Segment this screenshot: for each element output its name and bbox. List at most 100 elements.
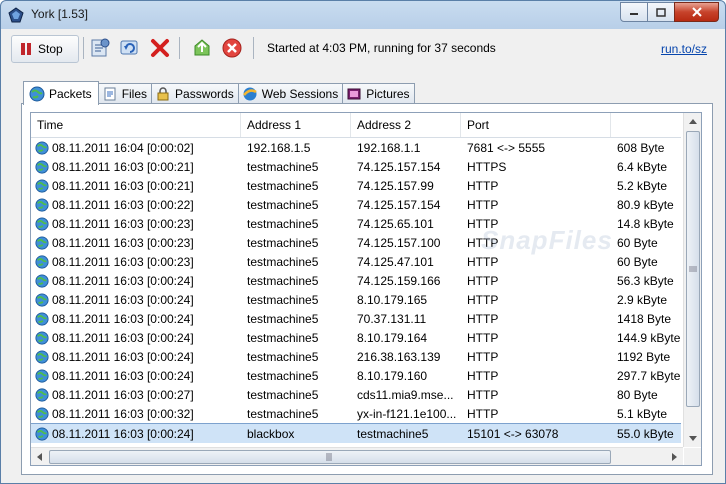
cell-port: HTTP — [467, 349, 499, 364]
cell-time-text: 08.11.2011 16:03 [0:00:27] — [52, 387, 194, 402]
tab-pictures[interactable]: Pictures — [342, 83, 415, 104]
globe-icon — [35, 178, 49, 193]
vertical-scrollbar[interactable] — [683, 113, 701, 447]
table-row[interactable]: 08.11.2011 16:03 [0:00:24] testmachine5 74… — [31, 271, 681, 290]
globe-icon — [35, 368, 49, 383]
website-link[interactable]: run.to/sz — [661, 42, 707, 56]
globe-icon — [29, 86, 45, 101]
cell-time-text: 08.11.2011 16:03 [0:00:24] — [52, 368, 194, 383]
cell-time-text: 08.11.2011 16:03 [0:00:21] — [52, 178, 194, 193]
table-row[interactable]: 08.11.2011 16:03 [0:00:24] blackbox testma… — [31, 423, 681, 443]
refresh-button[interactable] — [117, 35, 143, 61]
tab-web-sessions[interactable]: Web Sessions — [237, 83, 344, 104]
cell-time-text: 08.11.2011 16:03 [0:00:23] — [52, 254, 194, 269]
table-row[interactable]: 08.11.2011 16:03 [0:00:24] testmachine5 8.… — [31, 290, 681, 309]
vertical-scroll-thumb[interactable] — [686, 131, 700, 407]
toolbar-separator — [253, 37, 254, 59]
cell-size: 608 Byte — [617, 140, 665, 155]
globe-icon — [35, 140, 49, 155]
minimize-button[interactable] — [620, 2, 648, 22]
scroll-down-button[interactable] — [684, 430, 701, 447]
title-bar[interactable]: York [1.53] — [1, 1, 725, 29]
table-row[interactable]: 08.11.2011 16:03 [0:00:32] testmachine5 yx… — [31, 404, 681, 423]
cell-time: 08.11.2011 16:03 [0:00:24] — [31, 350, 241, 364]
table-row[interactable]: 08.11.2011 16:03 [0:00:21] testmachine5 74… — [31, 157, 681, 176]
watermark: SnapFiles — [481, 225, 613, 255]
tab-passwords[interactable]: Passwords — [151, 83, 239, 104]
main-area: Stop Started at 4:03 PM, running for 37 … — [7, 29, 719, 477]
packets-panel: Time Address 1 Address 2 Port 08.11.2011… — [21, 103, 713, 475]
tab-label: Pictures — [366, 87, 410, 101]
stop-button[interactable]: Stop — [11, 35, 79, 63]
close-button[interactable] — [674, 2, 719, 22]
globe-icon — [35, 406, 49, 421]
cell-time: 08.11.2011 16:03 [0:00:23] — [31, 217, 241, 231]
cell-address-2: 70.37.131.11 — [357, 311, 427, 326]
cell-address-2: 74.125.47.101 — [357, 254, 434, 269]
scroll-right-button[interactable] — [666, 448, 683, 465]
cell-size: 80.9 kByte — [617, 197, 674, 212]
cell-port: 15101 <-> 63078 — [467, 426, 559, 441]
scrollbar-corner — [684, 448, 701, 465]
table-row[interactable]: 08.11.2011 16:03 [0:00:24] testmachine5 21… — [31, 347, 681, 366]
globe-icon — [35, 197, 49, 212]
cell-address-1: testmachine5 — [247, 349, 319, 364]
column-header-size[interactable] — [611, 113, 681, 137]
cell-time-text: 08.11.2011 16:03 [0:00:24] — [52, 330, 194, 345]
cell-time: 08.11.2011 16:03 [0:00:23] — [31, 236, 241, 250]
table-row[interactable]: 08.11.2011 16:03 [0:00:22] testmachine5 74… — [31, 195, 681, 214]
column-header-time[interactable]: Time — [31, 113, 241, 137]
cell-address-1: testmachine5 — [247, 216, 319, 231]
globe-icon — [35, 292, 49, 307]
settings-button[interactable] — [87, 35, 113, 61]
cell-time-text: 08.11.2011 16:03 [0:00:23] — [52, 216, 194, 231]
cell-address-2: 8.10.179.160 — [357, 368, 428, 383]
scroll-up-button[interactable] — [684, 113, 701, 130]
settings-icon — [91, 38, 110, 57]
table-row[interactable]: 08.11.2011 16:03 [0:00:27] testmachine5 cd… — [31, 385, 681, 404]
grip-icon — [326, 453, 332, 461]
toolbar: Stop Started at 4:03 PM, running for 37 … — [7, 33, 719, 63]
arrow-right-icon — [672, 452, 677, 461]
cell-size: 2.9 kByte — [617, 292, 668, 307]
scroll-left-button[interactable] — [31, 448, 48, 465]
table-header: Time Address 1 Address 2 Port — [31, 113, 681, 138]
cell-time: 08.11.2011 16:03 [0:00:24] — [31, 369, 241, 383]
cell-time: 08.11.2011 16:03 [0:00:24] — [31, 331, 241, 345]
cell-time-text: 08.11.2011 16:04 [0:00:02] — [52, 140, 194, 155]
cell-port: HTTP — [467, 330, 499, 345]
cell-size: 60 Byte — [617, 235, 658, 250]
maximize-button[interactable] — [647, 2, 675, 22]
delete-x-icon — [151, 39, 169, 57]
cell-port: HTTP — [467, 292, 499, 307]
globe-icon — [35, 426, 49, 441]
column-header-port[interactable]: Port — [461, 113, 611, 137]
export-button[interactable] — [189, 35, 215, 61]
globe-icon — [35, 330, 49, 345]
cell-address-1: testmachine5 — [247, 311, 319, 326]
cancel-button[interactable] — [219, 35, 245, 61]
delete-button[interactable] — [147, 35, 173, 61]
app-window: York [1.53] Stop Started at 4:03 PM, run… — [0, 0, 726, 484]
york-app-icon — [8, 7, 24, 23]
cell-address-1: testmachine5 — [247, 368, 319, 383]
maximize-icon — [656, 7, 666, 17]
cell-time: 08.11.2011 16:03 [0:00:32] — [31, 407, 241, 421]
table-row[interactable]: 08.11.2011 16:03 [0:00:24] testmachine5 70… — [31, 309, 681, 328]
horizontal-scrollbar[interactable] — [31, 447, 683, 465]
column-header-address-2[interactable]: Address 2 — [351, 113, 461, 137]
cell-time: 08.11.2011 16:03 [0:00:24] — [31, 293, 241, 307]
table-row[interactable]: 08.11.2011 16:03 [0:00:24] testmachine5 8.… — [31, 328, 681, 347]
horizontal-scroll-thumb[interactable] — [49, 450, 611, 464]
table-row[interactable]: 08.11.2011 16:03 [0:00:24] testmachine5 8.… — [31, 366, 681, 385]
table-row[interactable]: 08.11.2011 16:04 [0:00:02] 192.168.1.5 192… — [31, 138, 681, 157]
cell-time-text: 08.11.2011 16:03 [0:00:24] — [52, 349, 194, 364]
globe-icon — [35, 216, 49, 231]
cell-time: 08.11.2011 16:04 [0:00:02] — [31, 141, 241, 155]
tab-files[interactable]: Files — [97, 83, 153, 104]
table-row[interactable]: 08.11.2011 16:03 [0:00:21] testmachine5 74… — [31, 176, 681, 195]
cell-time: 08.11.2011 16:03 [0:00:24] — [31, 312, 241, 326]
cell-size: 5.2 kByte — [617, 178, 668, 193]
tab-packets[interactable]: Packets — [23, 81, 99, 105]
column-header-address-1[interactable]: Address 1 — [241, 113, 351, 137]
